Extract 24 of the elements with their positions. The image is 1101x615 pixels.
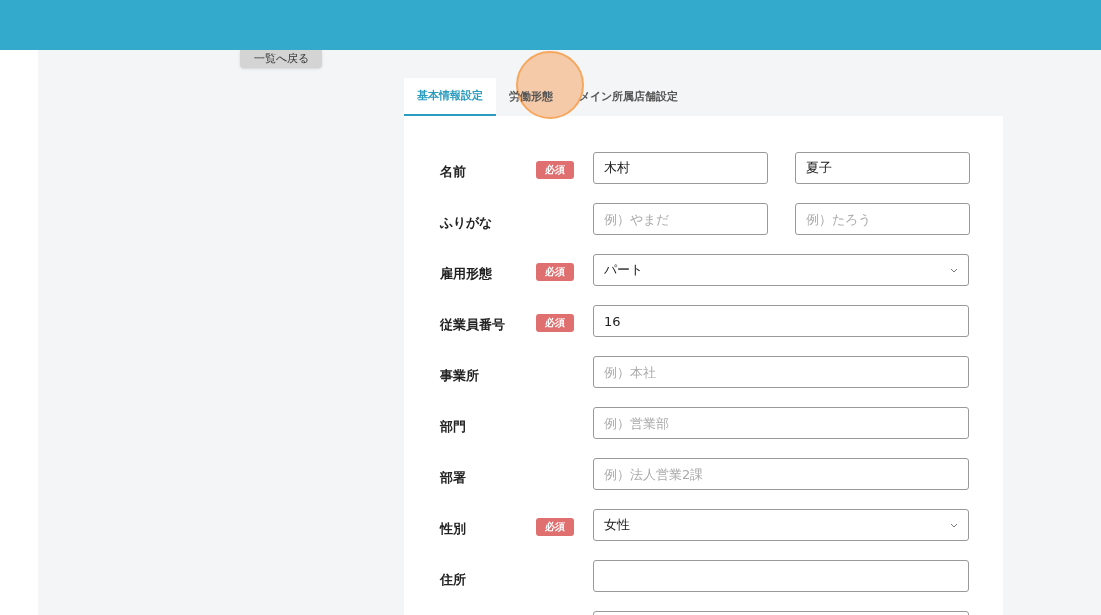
select-field[interactable]: 女性 [593, 509, 969, 541]
input-field[interactable]: 木村 [593, 152, 768, 184]
field-label: 性別 [440, 521, 466, 536]
back-button[interactable]: 一覧へ戻る [240, 50, 322, 68]
field-label: 雇用形態 [440, 266, 492, 281]
input-field[interactable]: 夏子 [795, 152, 970, 184]
field-label: ふりがな [440, 215, 492, 230]
field-label: 部署 [440, 470, 466, 485]
required-badge: 必須 [536, 518, 574, 536]
field-label: 従業員番号 [440, 317, 505, 332]
field-label: 住所 [440, 572, 466, 587]
field-label: 名前 [440, 164, 466, 179]
input-field[interactable]: 16 [593, 305, 969, 337]
field-label: 部門 [440, 419, 466, 434]
select-field[interactable]: パート [593, 254, 969, 286]
field-label: 事業所 [440, 368, 479, 383]
input-field[interactable]: 例）営業部 [593, 407, 969, 439]
input-field[interactable]: 例）法人営業2課 [593, 458, 969, 490]
required-badge: 必須 [536, 314, 574, 332]
required-badge: 必須 [536, 161, 574, 179]
input-field[interactable]: 例）たろう [795, 203, 970, 235]
input-field[interactable]: 例）本社 [593, 356, 969, 388]
input-field[interactable]: 例）やまだ [593, 203, 768, 235]
required-badge: 必須 [536, 263, 574, 281]
